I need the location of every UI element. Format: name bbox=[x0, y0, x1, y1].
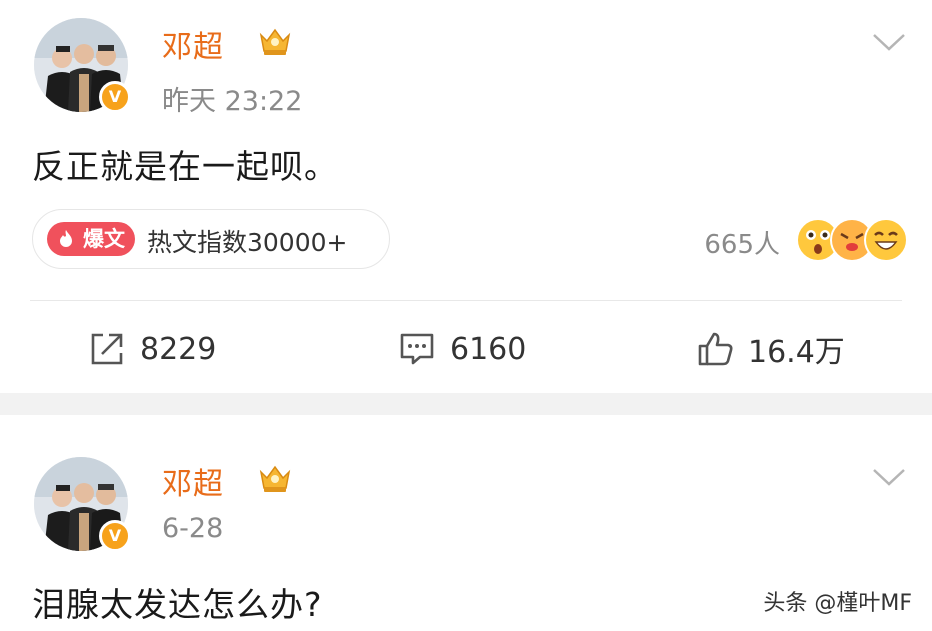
like-button[interactable]: 16.4万 bbox=[696, 327, 845, 371]
like-icon bbox=[698, 332, 733, 366]
post-content: 泪腺太发达怎么办? bbox=[32, 585, 323, 624]
reaction-emojis[interactable] bbox=[796, 218, 908, 262]
chevron-down-icon[interactable] bbox=[872, 32, 906, 52]
post-time: 6-28 bbox=[162, 513, 224, 544]
verified-badge: V bbox=[99, 81, 131, 113]
reaction-count[interactable]: 665人 bbox=[704, 224, 780, 261]
post-time: 昨天 23:22 bbox=[162, 86, 303, 117]
crown-icon bbox=[259, 28, 291, 55]
like-count: 16.4万 bbox=[748, 335, 845, 370]
repost-icon bbox=[91, 333, 123, 365]
comment-button[interactable]: 6160 bbox=[398, 327, 526, 371]
repost-button[interactable]: 8229 bbox=[88, 327, 216, 371]
crown-icon bbox=[259, 465, 291, 492]
hot-index-text: 热文指数30000+ bbox=[147, 228, 348, 257]
username[interactable]: 邓超 bbox=[162, 459, 224, 503]
post-separator bbox=[0, 393, 932, 415]
verified-badge: V bbox=[99, 520, 131, 552]
laugh-emoji-icon bbox=[864, 218, 908, 262]
post-content: 反正就是在一起呗。 bbox=[32, 147, 338, 186]
repost-count: 8229 bbox=[140, 331, 217, 367]
flame-icon bbox=[60, 230, 72, 247]
divider bbox=[30, 300, 902, 301]
watermark: 头条 @槿叶MF bbox=[763, 591, 912, 616]
hot-tag: 爆文 bbox=[47, 222, 135, 256]
weibo-post: V 邓超 昨天 23:22 反正就是在一起呗。 爆文 热文指数30000+ 66… bbox=[0, 0, 932, 393]
chevron-down-icon[interactable] bbox=[872, 467, 906, 487]
comment-count: 6160 bbox=[450, 331, 527, 367]
comment-icon bbox=[400, 333, 434, 365]
hot-tag-label: 爆文 bbox=[83, 227, 125, 251]
hot-article-pill[interactable]: 爆文 热文指数30000+ bbox=[32, 209, 390, 269]
username[interactable]: 邓超 bbox=[162, 22, 224, 66]
